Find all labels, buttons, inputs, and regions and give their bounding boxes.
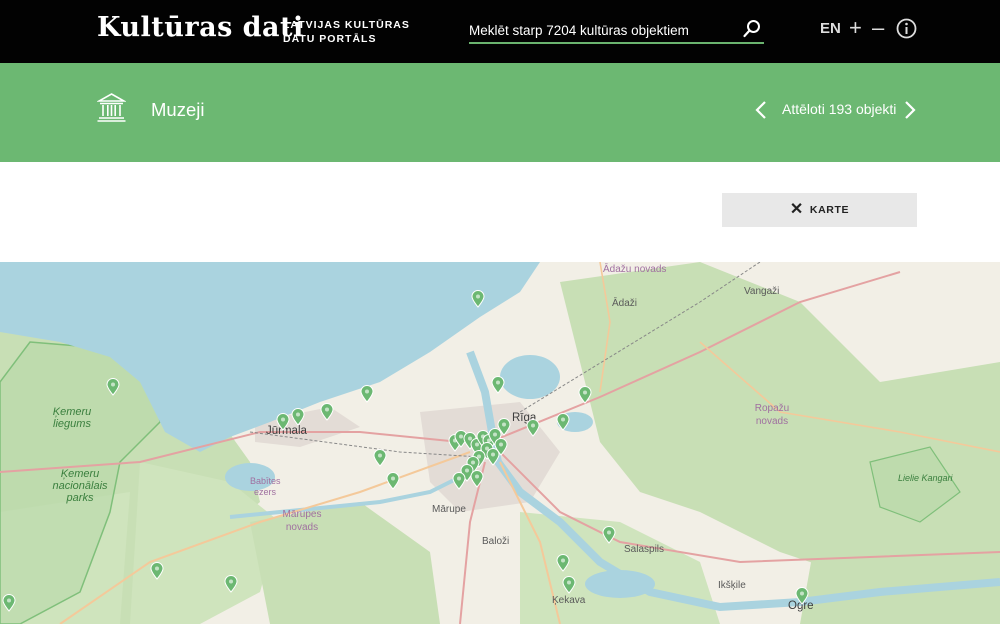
page-title: Muzeji — [151, 99, 205, 120]
tagline-line-2: DATU PORTĀLS — [283, 33, 377, 45]
map-marker-icon[interactable] — [360, 385, 374, 403]
place-label: Mārupe — [432, 504, 466, 515]
map-marker-icon[interactable] — [452, 472, 466, 490]
category-band: Muzeji Attēloti 193 objekti — [0, 63, 1000, 162]
map-toggle-label: KARTE — [809, 204, 850, 216]
font-increase-button[interactable]: + — [849, 16, 862, 40]
map-marker-icon[interactable] — [2, 594, 16, 612]
map-marker-icon[interactable] — [471, 290, 485, 308]
close-icon: ✕ — [789, 201, 804, 218]
map-view[interactable]: Ādažu novads Ādaži Vangaži Ropažu novads… — [0, 262, 1000, 624]
search-icon[interactable] — [742, 19, 762, 39]
map-marker-icon[interactable] — [486, 448, 500, 466]
language-switch[interactable]: EN — [820, 20, 841, 37]
info-icon[interactable] — [896, 18, 917, 39]
place-label: Lielie Kangari — [898, 473, 953, 483]
museum-icon — [97, 93, 126, 122]
site-logo[interactable]: Kultūras dati — [97, 12, 304, 43]
map-marker-icon[interactable] — [556, 554, 570, 572]
map-marker-icon[interactable] — [526, 419, 540, 437]
font-decrease-button[interactable]: – — [872, 16, 884, 40]
place-label: Mārupes novads — [282, 509, 322, 533]
map-marker-icon[interactable] — [470, 470, 484, 488]
place-label: Ādaži — [612, 298, 638, 309]
map-marker-icon[interactable] — [562, 576, 576, 594]
map-marker-icon[interactable] — [320, 403, 334, 421]
chevron-right-icon[interactable] — [903, 100, 917, 120]
place-label: Ķekava — [552, 595, 586, 606]
tagline-line-1: LATVIJAS KULTŪRAS — [283, 19, 410, 31]
place-label: Ķemeru liegums — [52, 406, 92, 430]
object-count: Attēloti 193 objekti — [782, 101, 897, 117]
place-label: Salaspils — [624, 544, 665, 555]
map-marker-icon[interactable] — [556, 413, 570, 431]
map-marker-icon[interactable] — [578, 386, 592, 404]
place-label: Vangaži — [744, 286, 780, 297]
place-label: Ikšķile — [718, 580, 746, 591]
map-marker-icon[interactable] — [224, 575, 238, 593]
map-marker-icon[interactable] — [150, 562, 164, 580]
map-marker-icon[interactable] — [795, 587, 809, 605]
map-marker-icon[interactable] — [602, 526, 616, 544]
site-tagline: LATVIJAS KULTŪRAS DATU PORTĀLS — [283, 18, 410, 46]
map-marker-icon[interactable] — [291, 408, 305, 426]
place-label: Ķemeru nacionālais parks — [52, 468, 108, 504]
map-marker-icon[interactable] — [276, 413, 290, 431]
top-header: Kultūras dati LATVIJAS KULTŪRAS DATU POR… — [0, 0, 1000, 63]
map-marker-icon[interactable] — [386, 472, 400, 490]
map-marker-icon[interactable] — [373, 449, 387, 467]
search-input[interactable] — [469, 19, 729, 41]
map-marker-icon[interactable] — [491, 376, 505, 394]
search-box — [469, 17, 764, 44]
place-label: Ropažu novads — [754, 403, 790, 427]
place-label: Babītes ezers — [250, 476, 281, 497]
map-toggle-button[interactable]: ✕ KARTE — [722, 193, 917, 227]
map-marker-icon[interactable] — [106, 378, 120, 396]
place-label: Ādažu novads — [603, 264, 667, 275]
place-label: Baloži — [482, 536, 510, 547]
chevron-left-icon[interactable] — [754, 100, 768, 120]
